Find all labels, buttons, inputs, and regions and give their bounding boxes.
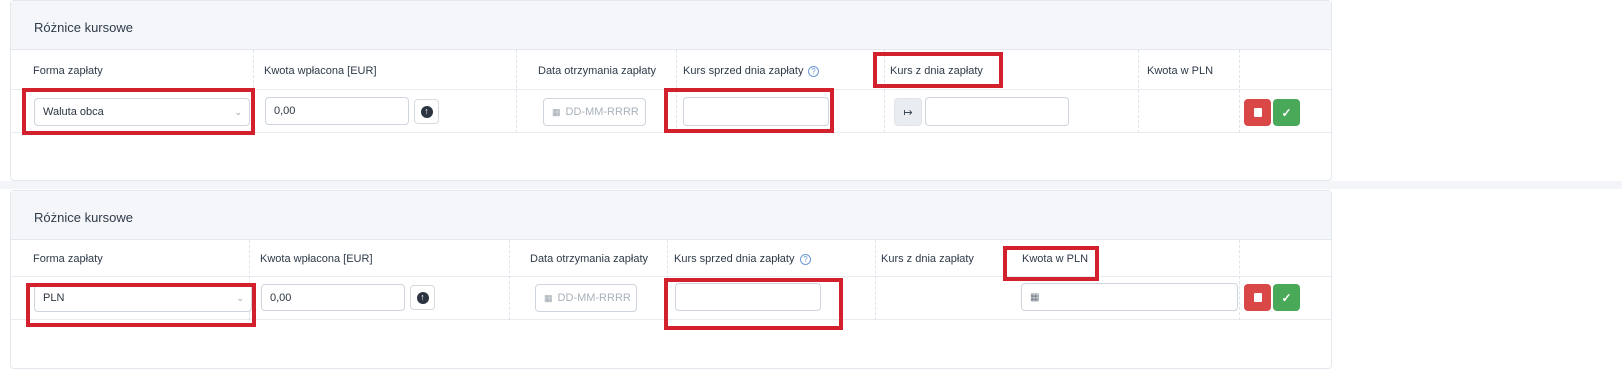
arrow-right-to-bracket-icon: ↦ [903,106,913,119]
panel-header: Różnice kursowe [11,1,1331,50]
delete-button[interactable] [1244,284,1271,311]
date-placeholder: DD-MM-RRRR [565,106,639,118]
arrow-up-circle-button[interactable]: ↑ [410,285,435,310]
amount-input[interactable]: 0,00 [265,97,409,125]
col-header-data-otrzymania: Data otrzymania zapłaty [538,65,656,77]
section-title: Różnice kursowe [34,210,133,225]
highlight-box [664,88,834,133]
check-icon: ✓ [1281,290,1292,305]
column-separator [1239,50,1240,133]
highlight-box [22,88,255,135]
col-header-kwota-wplacona: Kwota wpłacona [EUR] [264,65,377,77]
calendar-icon: ▦ [552,106,561,117]
section-title: Różnice kursowe [34,20,133,35]
highlight-box [664,278,843,330]
divider [11,276,1331,277]
col-header-kwota-w-pln: Kwota w PLN [1147,65,1214,77]
trash-icon [1253,108,1262,117]
highlight-box [873,52,1003,88]
help-icon[interactable]: ? [800,254,811,265]
help-icon[interactable]: ? [808,66,819,77]
trash-icon [1253,293,1262,302]
col-header-kurs-z-dnia: Kurs z dnia zapłaty [881,253,974,265]
copy-rate-button[interactable]: ↦ [894,98,922,126]
panel-separator [0,181,1622,189]
delete-button[interactable] [1244,99,1271,126]
amount-input[interactable]: 0,00 [261,284,405,311]
highlight-box [1003,246,1099,281]
col-header-kurs-sprzed: Kurs sprzed dnia zapłaty [674,253,795,265]
amount-value: 0,00 [270,291,292,304]
column-separator [509,240,510,320]
highlight-box [26,283,256,327]
date-placeholder: DD-MM-RRRR [557,292,631,304]
col-header-forma-zaplaty: Forma zapłaty [33,65,103,77]
amount-in-pln-input[interactable]: ▦ [1021,283,1238,311]
amount-value: 0,00 [274,105,296,117]
col-header-kurs-sprzed: Kurs sprzed dnia zapłaty [683,65,804,77]
col-header-kwota-wplacona: Kwota wpłacona [EUR] [260,253,373,265]
column-separator [516,50,517,133]
column-separator [1239,240,1240,320]
rate-on-payment-day-input[interactable] [925,97,1069,126]
payment-date-input[interactable]: ▦ DD-MM-RRRR [543,98,646,126]
column-separator [875,240,876,320]
calculator-icon: ▦ [1030,291,1040,303]
arrow-up-circle-icon: ↑ [416,291,429,304]
arrow-up-circle-button[interactable]: ↑ [414,99,439,124]
col-header-data-otrzymania: Data otrzymania zapłaty [530,253,648,265]
panel-header: Różnice kursowe [11,191,1331,240]
arrow-up-circle-icon: ↑ [420,105,433,118]
col-header-forma-zaplaty: Forma zapłaty [33,253,103,265]
check-icon: ✓ [1281,105,1292,120]
confirm-button[interactable]: ✓ [1273,284,1300,311]
confirm-button[interactable]: ✓ [1273,99,1300,126]
payment-date-input[interactable]: ▦ DD-MM-RRRR [535,284,637,312]
calendar-icon: ▦ [544,292,553,303]
column-separator [1138,50,1139,133]
